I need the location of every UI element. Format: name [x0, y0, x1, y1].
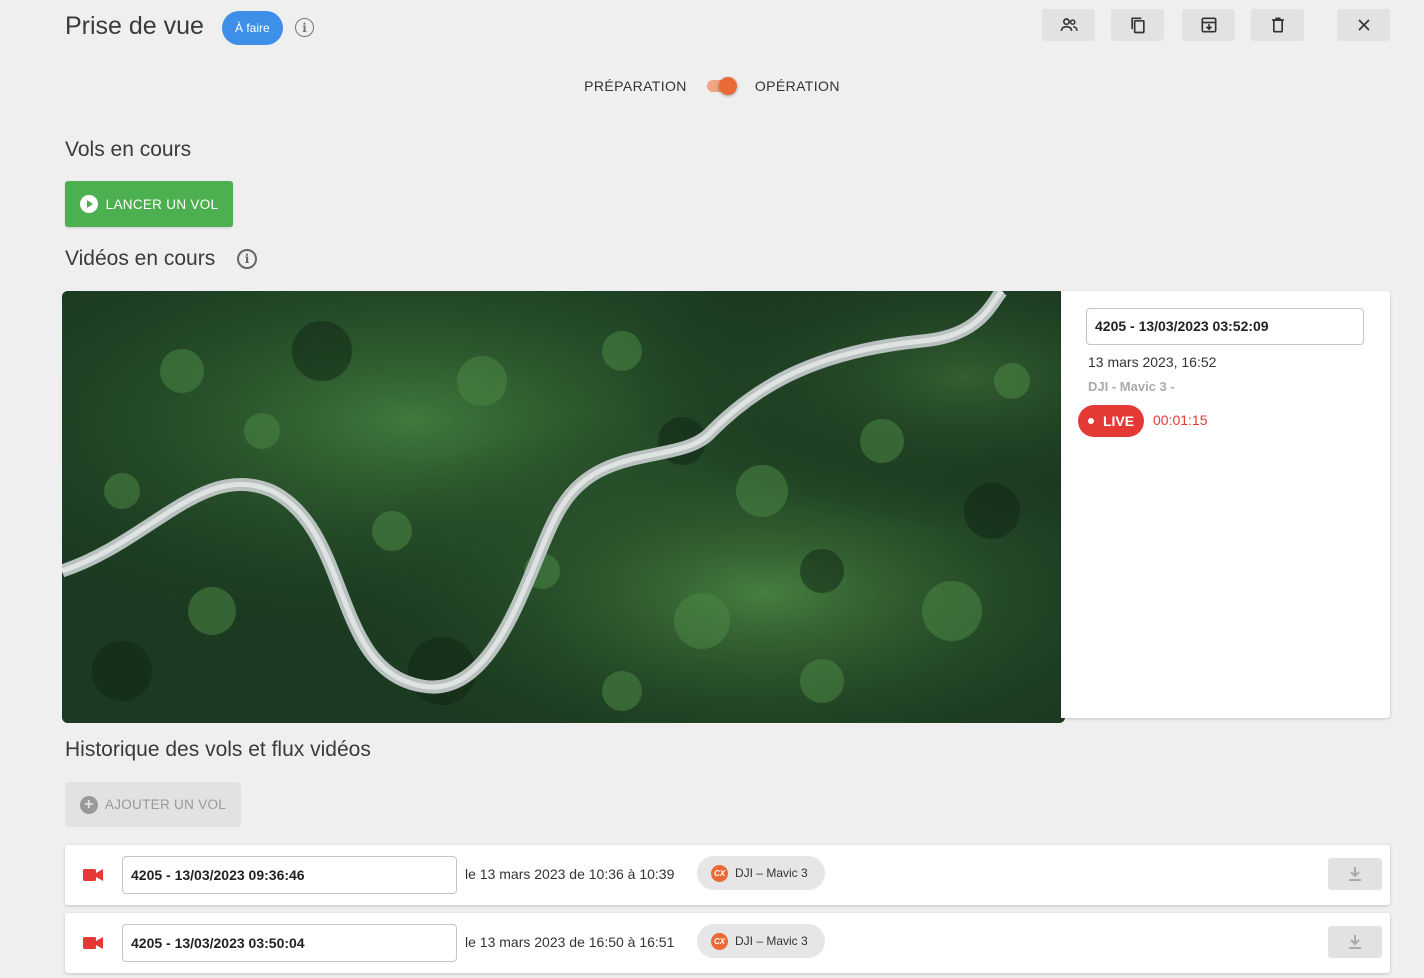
- drone-logo-icon: CX: [711, 864, 728, 882]
- video-frame-image: [62, 291, 1065, 723]
- launch-flight-button[interactable]: LANCER UN VOL: [65, 181, 233, 227]
- live-video-card: 4205 - 13/03/2023 03:52:09 13 mars 2023,…: [62, 291, 1390, 723]
- history-title: Historique des vols et flux vidéos: [65, 738, 371, 761]
- drone-logo-icon: CX: [711, 932, 728, 950]
- delete-button[interactable]: [1251, 9, 1304, 41]
- live-dot-icon: [1087, 418, 1094, 424]
- mode-label-operation[interactable]: OPÉRATION: [737, 78, 858, 94]
- drone-chip[interactable]: CX DJI – Mavic 3: [697, 924, 825, 958]
- add-flight-button: + AJOUTER UN VOL: [65, 782, 241, 827]
- status-badge[interactable]: À faire: [222, 11, 283, 45]
- plus-icon: +: [79, 795, 98, 814]
- download-icon: [1349, 867, 1361, 881]
- videos-info-icon[interactable]: i: [237, 249, 257, 269]
- live-duration: 00:01:15: [1153, 412, 1208, 428]
- video-camera-icon: [83, 937, 103, 949]
- trash-icon: [1271, 17, 1284, 33]
- info-icon[interactable]: i: [295, 18, 314, 37]
- live-badge: LIVE: [1078, 405, 1144, 437]
- video-drone: DJI - Mavic 3 -: [1088, 379, 1175, 394]
- videos-title: Vidéos en cours: [65, 247, 216, 270]
- copy-icon: [1130, 17, 1145, 34]
- video-name-input[interactable]: 4205 - 13/03/2023 03:52:09: [1086, 308, 1364, 345]
- history-row: 4205 - 13/03/2023 09:36:46 le 13 mars 20…: [65, 845, 1390, 905]
- history-row: 4205 - 13/03/2023 03:50:04 le 13 mars 20…: [65, 913, 1390, 973]
- live-label: LIVE: [1102, 413, 1135, 429]
- archive-button[interactable]: [1182, 9, 1235, 41]
- download-icon: [1349, 935, 1361, 949]
- video-date: 13 mars 2023, 16:52: [1088, 354, 1217, 370]
- drone-chip-label: DJI – Mavic 3: [735, 934, 808, 948]
- mode-label-preparation[interactable]: PRÉPARATION: [566, 78, 705, 94]
- history-time: le 13 mars 2023 de 10:36 à 10:39: [465, 866, 675, 882]
- add-flight-label: AJOUTER UN VOL: [104, 797, 227, 812]
- video-player[interactable]: [62, 291, 1065, 723]
- history-time: le 13 mars 2023 de 16:50 à 16:51: [465, 934, 675, 950]
- page-title: Prise de vue: [65, 12, 204, 40]
- drone-chip-label: DJI – Mavic 3: [735, 866, 808, 880]
- video-details-panel: 4205 - 13/03/2023 03:52:09 13 mars 2023,…: [1061, 291, 1390, 718]
- archive-icon: [1201, 17, 1216, 33]
- mode-toggle: PRÉPARATION OPÉRATION: [0, 76, 1424, 96]
- video-camera-icon: [83, 869, 103, 881]
- users-icon: [1060, 18, 1078, 31]
- drone-chip[interactable]: CX DJI – Mavic 3: [697, 856, 825, 890]
- users-button[interactable]: [1042, 9, 1095, 41]
- flights-title: Vols en cours: [65, 138, 192, 161]
- history-name-input[interactable]: 4205 - 13/03/2023 09:36:46: [122, 856, 457, 894]
- download-button[interactable]: [1328, 926, 1382, 958]
- play-icon: [79, 195, 98, 213]
- switch-thumb: [718, 77, 737, 95]
- close-icon: [1357, 19, 1370, 31]
- close-button[interactable]: [1337, 9, 1390, 41]
- mode-switch[interactable]: [705, 76, 737, 96]
- copy-button[interactable]: [1111, 9, 1164, 41]
- launch-flight-label: LANCER UN VOL: [105, 196, 219, 212]
- history-name-input[interactable]: 4205 - 13/03/2023 03:50:04: [122, 924, 457, 962]
- download-button[interactable]: [1328, 858, 1382, 890]
